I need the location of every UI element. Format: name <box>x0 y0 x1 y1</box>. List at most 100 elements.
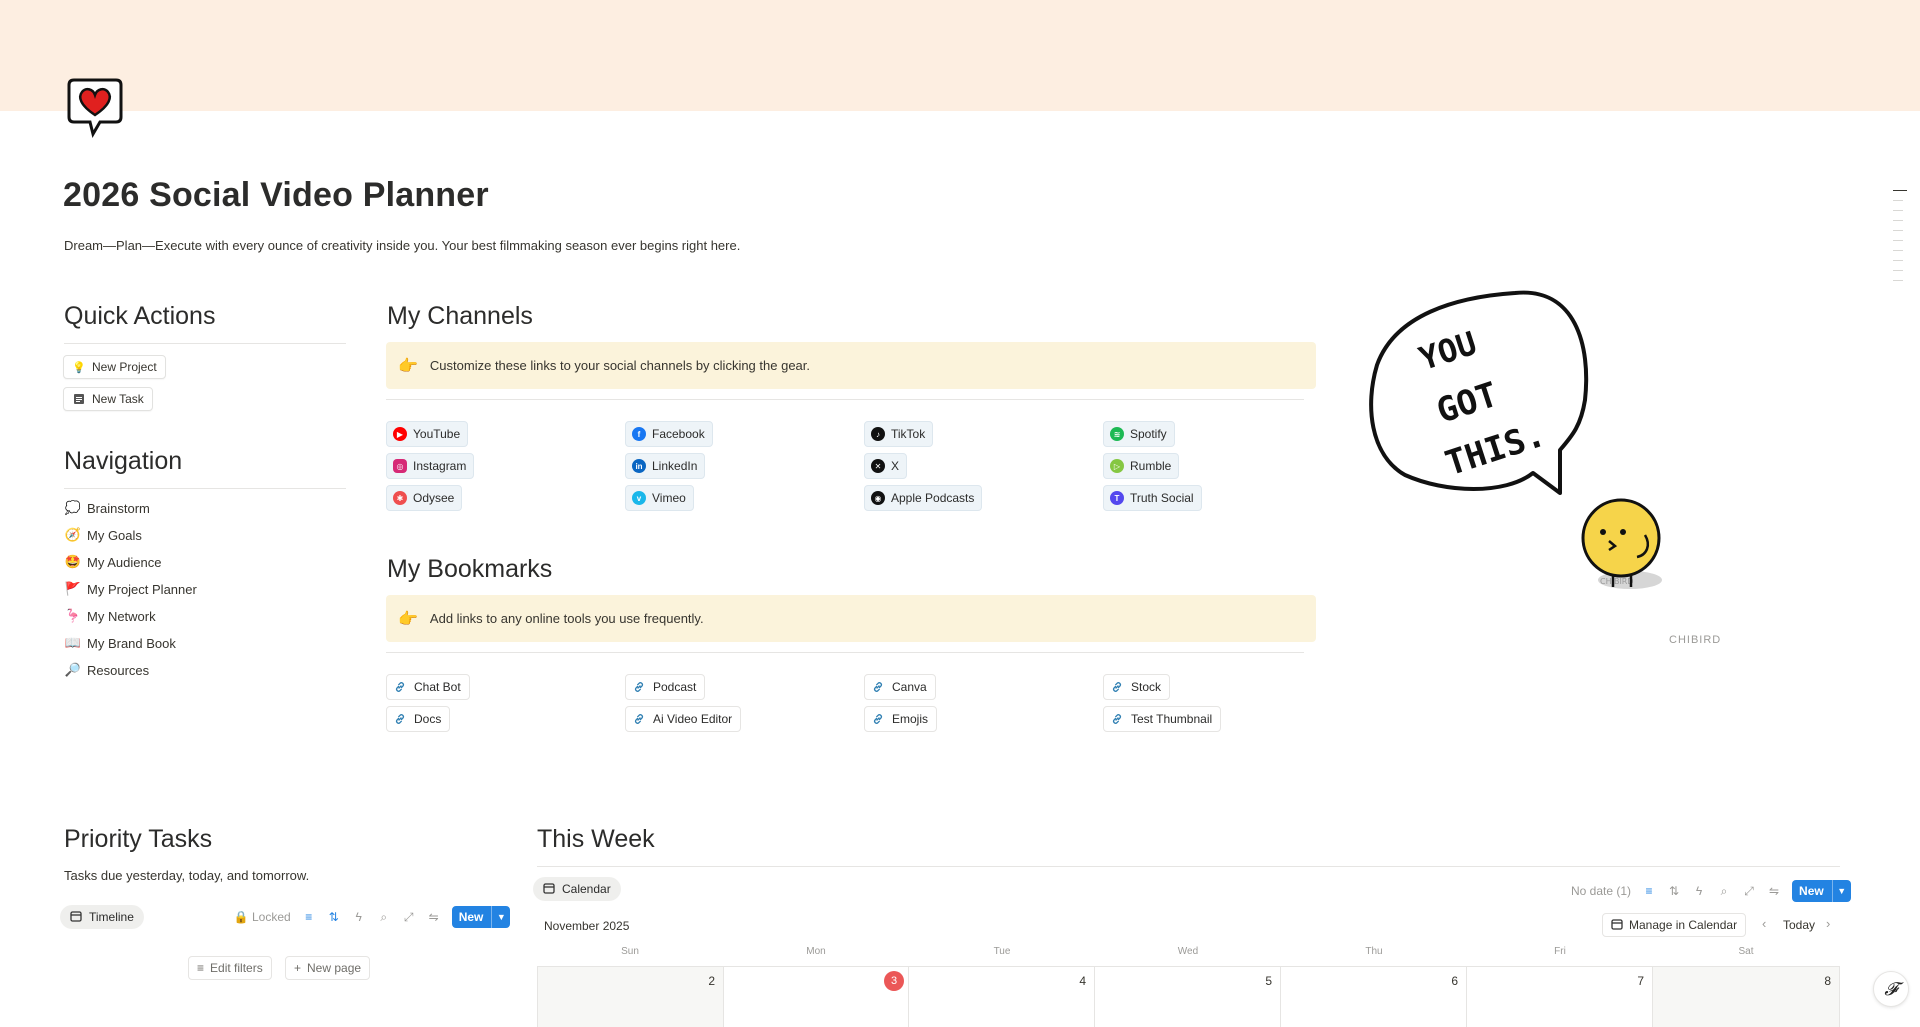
tab-calendar[interactable]: Calendar <box>533 877 621 901</box>
today-button[interactable]: Today <box>1783 918 1815 932</box>
channel-facebook[interactable]: f Facebook <box>625 421 713 447</box>
channel-linkedin[interactable]: in LinkedIn <box>625 453 706 479</box>
heart-speech-bubble-icon[interactable] <box>66 77 124 139</box>
x-icon: ✕ <box>871 459 885 473</box>
tab-timeline[interactable]: Timeline <box>60 905 144 929</box>
button-label: Manage in Calendar <box>1629 918 1738 932</box>
locked-indicator[interactable]: 🔒 Locked <box>234 910 291 924</box>
channel-instagram[interactable]: ◎ Instagram <box>386 453 475 479</box>
channel-rumble[interactable]: ▷ Rumble <box>1103 453 1180 479</box>
channel-label: Instagram <box>413 459 467 473</box>
new-task-button[interactable]: New Task <box>63 387 153 411</box>
bookmark-chat-bot[interactable]: Chat Bot <box>386 674 470 700</box>
assistant-icon[interactable]: 𝓕 <box>1873 971 1909 1007</box>
nav-item-my-brand-book[interactable]: 📖 My Brand Book <box>65 635 176 651</box>
nav-item-resources[interactable]: 🔎 Resources <box>65 662 149 678</box>
compass-icon: 🧭 <box>64 527 82 542</box>
settings-icon[interactable]: ⇋ <box>1767 884 1781 898</box>
channel-vimeo[interactable]: v Vimeo <box>625 485 694 511</box>
channel-spotify[interactable]: ≋ Spotify <box>1103 421 1175 447</box>
new-label: New <box>1799 884 1824 898</box>
chevron-down-icon[interactable]: ▼ <box>1831 880 1851 902</box>
weekday-header: Thu <box>1365 946 1383 957</box>
bookmark-podcast[interactable]: Podcast <box>625 674 706 700</box>
channel-label: Facebook <box>652 427 705 441</box>
no-date-button[interactable]: No date (1) <box>1571 884 1631 898</box>
sort-icon[interactable]: ⇅ <box>1667 884 1681 898</box>
filter-icon[interactable]: ≡ <box>1642 884 1656 898</box>
settings-icon[interactable]: ⇋ <box>427 910 441 924</box>
calendar-icon <box>543 882 555 897</box>
expand-icon[interactable]: ⤢ <box>402 910 416 924</box>
chick-shadow-label: CHIBIRD <box>1600 577 1634 586</box>
chevron-left-icon[interactable]: ‹ <box>1762 916 1766 931</box>
channel-truth-social[interactable]: T Truth Social <box>1103 485 1202 511</box>
filter-icon[interactable]: ≡ <box>302 910 316 924</box>
date-number: 2 <box>708 974 715 988</box>
bookmark-docs[interactable]: Docs <box>386 706 451 732</box>
bookmark-stock[interactable]: Stock <box>1103 674 1171 700</box>
link-icon <box>393 712 407 726</box>
lightbulb-icon: 💡 <box>72 361 86 374</box>
new-project-button[interactable]: 💡 New Project <box>63 355 166 379</box>
link-icon <box>632 680 646 694</box>
channel-x[interactable]: ✕ X <box>864 453 908 479</box>
bookmark-canva[interactable]: Canva <box>864 674 936 700</box>
notepad-icon <box>72 392 86 406</box>
automation-icon[interactable]: ϟ <box>1692 884 1706 898</box>
date-number: 8 <box>1824 974 1831 988</box>
nav-item-my-audience[interactable]: 🤩 My Audience <box>64 554 162 570</box>
nav-label: My Audience <box>87 554 162 570</box>
page-cover[interactable] <box>0 0 1920 111</box>
bookmark-label: Canva <box>892 680 927 694</box>
pointing-hand-icon: 👉 <box>398 610 418 628</box>
search-icon[interactable]: ⌕ <box>1717 884 1731 898</box>
divider <box>386 399 1304 400</box>
manage-in-calendar-button[interactable]: Manage in Calendar <box>1602 913 1747 937</box>
channel-youtube[interactable]: ▶ YouTube <box>386 421 469 447</box>
expand-icon[interactable]: ⤢ <box>1742 884 1756 898</box>
channel-label: Odysee <box>413 491 455 505</box>
chevron-down-icon[interactable]: ▼ <box>491 906 510 928</box>
flag-icon: 🚩 <box>64 581 82 596</box>
truth-social-icon: T <box>1110 491 1124 505</box>
channel-tiktok[interactable]: ♪ TikTok <box>864 421 934 447</box>
automation-icon[interactable]: ϟ <box>352 910 366 924</box>
nav-item-my-goals[interactable]: 🧭 My Goals <box>65 527 142 543</box>
weekday-header: Tue <box>993 946 1011 957</box>
calendar-icon <box>70 910 82 925</box>
bookmark-test-thumbnail[interactable]: Test Thumbnail <box>1103 706 1222 732</box>
link-icon <box>1110 712 1124 726</box>
link-icon <box>871 712 885 726</box>
new-task-dropdown-button[interactable]: New ▼ <box>451 906 511 928</box>
open-book-icon: 📖 <box>64 635 82 650</box>
edit-filters-button[interactable]: ≡ Edit filters <box>188 956 272 980</box>
bookmark-ai-video-editor[interactable]: Ai Video Editor <box>625 706 742 732</box>
nav-item-my-network[interactable]: 🦩 My Network <box>65 608 156 624</box>
sort-icon[interactable]: ⇅ <box>327 910 341 924</box>
spotify-icon: ≋ <box>1110 427 1124 441</box>
channel-apple-podcasts[interactable]: ◉ Apple Podcasts <box>864 485 983 511</box>
search-icon[interactable]: ⌕ <box>377 910 391 924</box>
nav-item-brainstorm[interactable]: 💭 Brainstorm <box>65 500 150 516</box>
table-of-contents-minimap[interactable] <box>1893 190 1907 290</box>
channel-label: Truth Social <box>1130 491 1194 505</box>
weekday-header: Mon <box>806 946 826 957</box>
nav-label: My Project Planner <box>87 581 197 597</box>
tiktok-icon: ♪ <box>871 427 885 441</box>
bookmark-emojis[interactable]: Emojis <box>864 706 938 732</box>
date-number: 6 <box>1451 974 1458 988</box>
navigation-heading: Navigation <box>64 447 183 475</box>
button-label: Edit filters <box>210 961 263 975</box>
instagram-icon: ◎ <box>393 459 407 473</box>
nav-label: My Goals <box>87 527 142 543</box>
link-icon <box>871 680 885 694</box>
new-page-button[interactable]: + New page <box>285 956 371 980</box>
priority-tasks-description: Tasks due yesterday, today, and tomorrow… <box>64 868 310 883</box>
new-event-dropdown-button[interactable]: New ▼ <box>1792 880 1851 902</box>
chevron-right-icon[interactable]: › <box>1826 916 1830 931</box>
star-eyes-face-icon: 🤩 <box>64 554 82 569</box>
weekday-header: Sat <box>1738 946 1754 957</box>
channel-odysee[interactable]: ✱ Odysee <box>386 485 463 511</box>
nav-item-my-project-planner[interactable]: 🚩 My Project Planner <box>65 581 197 597</box>
